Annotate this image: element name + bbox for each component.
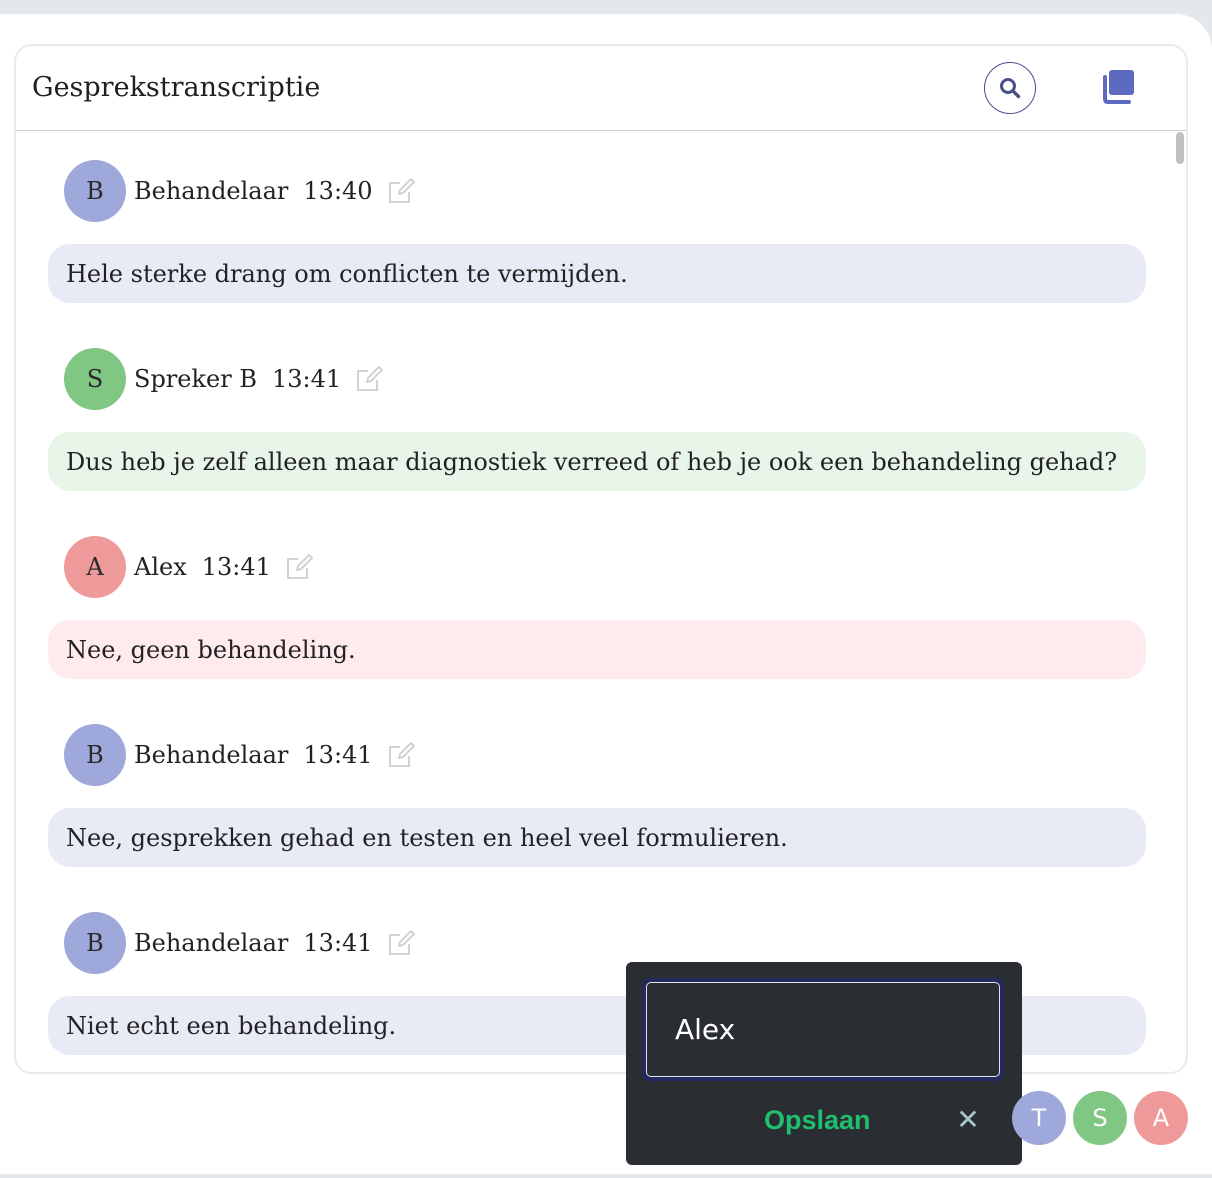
speaker-chip-initial: A xyxy=(1152,1104,1170,1132)
avatar-initial: A xyxy=(86,553,104,581)
copy-icon xyxy=(1103,70,1134,104)
edit-icon[interactable] xyxy=(285,552,315,582)
avatar-initial: S xyxy=(86,365,104,393)
avatar-initial: B xyxy=(86,929,104,957)
avatar: A xyxy=(64,536,126,598)
message-text: Niet echt een behandeling. xyxy=(66,1011,397,1040)
message-bubble: Nee, gesprekken gehad en testen en heel … xyxy=(48,808,1146,867)
card-header: Gesprekstranscriptie xyxy=(16,46,1186,131)
message-text: Nee, gesprekken gehad en testen en heel … xyxy=(66,823,788,852)
avatar: B xyxy=(64,160,126,222)
avatar: B xyxy=(64,912,126,974)
speaker-name-input-wrapper xyxy=(642,978,1004,1081)
speaker-chip-initial: S xyxy=(1092,1104,1108,1132)
search-icon xyxy=(1000,78,1021,99)
timestamp: 13:41 xyxy=(271,365,342,393)
timestamp: 13:41 xyxy=(303,929,373,957)
transcript-entry: A Alex 13:41 Nee, geen behandeling. xyxy=(16,507,1186,695)
avatar: S xyxy=(64,348,126,410)
speaker-name-input[interactable] xyxy=(646,982,1000,1077)
transcript-card: Gesprekstranscriptie B Behandelaar 13:40 He… xyxy=(14,44,1188,1074)
save-button[interactable]: Opslaan xyxy=(764,1100,871,1140)
speaker-chip-initial: T xyxy=(1031,1104,1047,1132)
transcript-entry: B Behandelaar 13:41 Nee, gesprekken gehad e… xyxy=(16,695,1186,883)
speaker-name: Behandelaar xyxy=(134,177,289,205)
page-title: Gesprekstranscriptie xyxy=(32,72,321,103)
entry-header: S Spreker B 13:41 xyxy=(64,347,385,411)
transcript-list: B Behandelaar 13:40 Hele sterke drang om co… xyxy=(16,131,1186,1072)
message-text: Hele sterke drang om conflicten te vermi… xyxy=(66,259,628,288)
edit-icon[interactable] xyxy=(387,740,417,770)
message-bubble: Hele sterke drang om conflicten te vermi… xyxy=(48,244,1146,303)
transcript-entry: S Spreker B 13:41 Dus heb je zelf alleen ma… xyxy=(16,319,1186,507)
entry-header: B Behandelaar 13:41 xyxy=(64,911,417,975)
transcript-entry: B Behandelaar 13:40 Hele sterke drang om co… xyxy=(16,131,1186,319)
message-bubble: Dus heb je zelf alleen maar diagnostiek … xyxy=(48,432,1146,491)
avatar-initial: B xyxy=(86,741,104,769)
edit-icon[interactable] xyxy=(387,176,417,206)
close-icon[interactable]: ✕ xyxy=(954,1103,982,1136)
speaker-name: Spreker B xyxy=(134,365,257,393)
speaker-name: Behandelaar xyxy=(134,741,289,769)
message-text: Dus heb je zelf alleen maar diagnostiek … xyxy=(66,447,1118,476)
entry-header: B Behandelaar 13:41 xyxy=(64,723,417,787)
entry-header: B Behandelaar 13:40 xyxy=(64,159,417,223)
entry-header: A Alex 13:41 xyxy=(64,535,315,599)
message-text: Nee, geen behandeling. xyxy=(66,635,356,664)
speaker-name: Behandelaar xyxy=(134,929,289,957)
speaker-chip[interactable]: A xyxy=(1134,1091,1188,1145)
edit-icon[interactable] xyxy=(387,928,417,958)
avatar-initial: B xyxy=(86,177,104,205)
timestamp: 13:41 xyxy=(201,553,271,581)
scrollbar-thumb[interactable] xyxy=(1176,132,1184,164)
message-bubble: Nee, geen behandeling. xyxy=(48,620,1146,679)
edit-icon[interactable] xyxy=(355,364,385,394)
timestamp: 13:41 xyxy=(303,741,373,769)
speaker-chip[interactable]: S xyxy=(1073,1091,1127,1145)
copy-button[interactable] xyxy=(1100,68,1138,106)
avatar: B xyxy=(64,724,126,786)
timestamp: 13:40 xyxy=(303,177,373,205)
speaker-name: Alex xyxy=(134,553,187,581)
speaker-chip[interactable]: T xyxy=(1012,1091,1066,1145)
search-button[interactable] xyxy=(984,62,1036,114)
